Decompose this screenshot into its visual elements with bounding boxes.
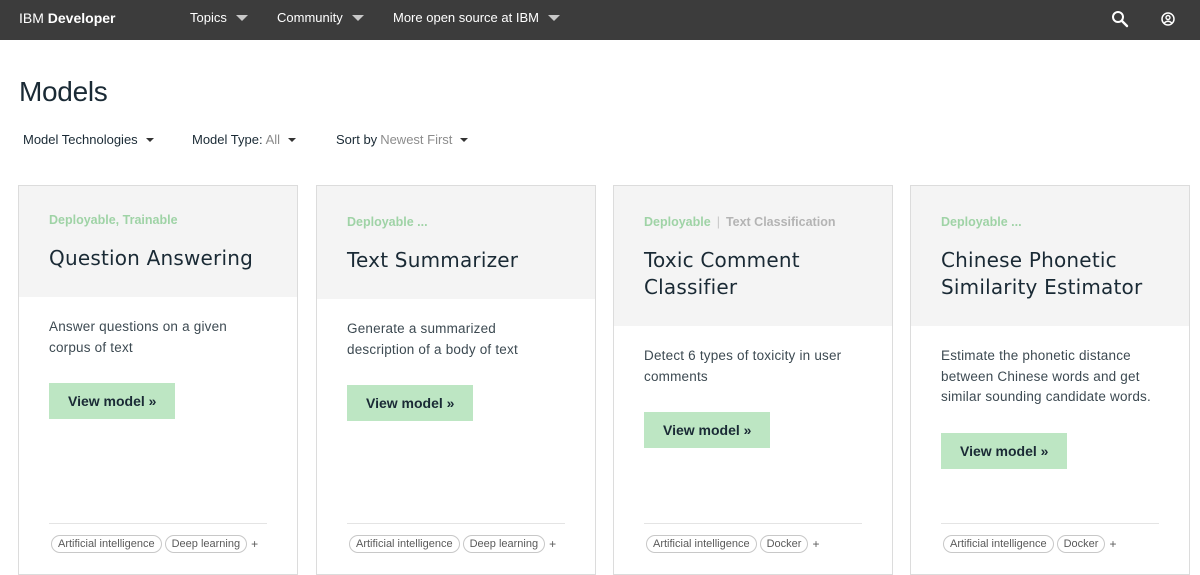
card-header: Deployable | Text Classification Toxic Com… bbox=[614, 186, 892, 326]
card-topic-pills: Artificial intelligence Deep learning + bbox=[51, 535, 258, 553]
card-topic-pills: Artificial intelligence Docker + bbox=[943, 535, 1116, 553]
topic-pill[interactable]: Deep learning bbox=[164, 535, 248, 553]
more-topics-icon[interactable]: + bbox=[251, 537, 258, 551]
card-tags: Deployable ... bbox=[347, 215, 428, 229]
card-title[interactable]: Toxic Comment Classifier bbox=[644, 247, 862, 301]
more-topics-icon[interactable]: + bbox=[812, 537, 819, 551]
model-card-toxic-comment-classifier: Deployable | Text Classification Toxic Com… bbox=[613, 185, 893, 575]
more-topics-icon[interactable]: + bbox=[1109, 537, 1116, 551]
caret-down-icon bbox=[288, 137, 297, 142]
card-divider bbox=[49, 523, 267, 524]
card-title[interactable]: Question Answering bbox=[49, 245, 267, 272]
card-description: Detect 6 types of toxicity in user comme… bbox=[644, 348, 842, 384]
nav-topics-label: Topics bbox=[190, 10, 227, 25]
card-tags: Deployable, Trainable bbox=[49, 213, 178, 227]
filter-type-label: Model Type: bbox=[192, 132, 263, 147]
view-model-button[interactable]: View model » bbox=[941, 432, 1068, 469]
card-tags: Deployable | Text Classification bbox=[644, 215, 862, 229]
view-model-button[interactable]: View model » bbox=[644, 412, 771, 448]
topic-pill[interactable]: Deep learning bbox=[462, 535, 546, 553]
brand-logo[interactable]: IBM Developer bbox=[19, 10, 115, 26]
card-tags: Deployable ... bbox=[941, 215, 1022, 229]
top-nav-bar: IBM Developer Topics Community More open… bbox=[0, 0, 1200, 40]
nav-community[interactable]: Community bbox=[277, 10, 364, 25]
card-divider bbox=[347, 523, 565, 524]
nav-more-label: More open source at IBM bbox=[393, 10, 539, 25]
nav-community-label: Community bbox=[277, 10, 343, 25]
card-divider bbox=[941, 523, 1159, 524]
card-tag-deployable: Deployable bbox=[644, 215, 711, 229]
topic-pill[interactable]: Docker bbox=[1056, 535, 1106, 553]
topic-pill[interactable]: Artificial intelligence bbox=[51, 535, 162, 553]
more-topics-icon[interactable]: + bbox=[549, 537, 556, 551]
model-card-chinese-phonetic-similarity: Deployable ... Chinese Phonetic Similari… bbox=[910, 185, 1190, 575]
card-description: Estimate the phonetic distance between C… bbox=[941, 348, 1151, 404]
card-topic-pills: Artificial intelligence Docker + bbox=[646, 535, 819, 553]
topic-pill[interactable]: Artificial intelligence bbox=[943, 535, 1054, 553]
view-model-button[interactable]: View model » bbox=[49, 383, 176, 419]
filter-model-technologies[interactable]: Model Technologies bbox=[23, 132, 154, 147]
nav-topics[interactable]: Topics bbox=[190, 10, 248, 25]
topic-pill[interactable]: Artificial intelligence bbox=[349, 535, 460, 553]
card-title[interactable]: Chinese Phonetic Similarity Estimator bbox=[941, 247, 1159, 301]
view-model-button[interactable]: View model » bbox=[347, 385, 474, 421]
filter-type-value: All bbox=[265, 132, 281, 147]
topic-pill[interactable]: Artificial intelligence bbox=[646, 535, 757, 553]
card-divider bbox=[644, 523, 862, 524]
card-title[interactable]: Text Summarizer bbox=[347, 247, 565, 274]
user-icon[interactable] bbox=[1159, 10, 1177, 28]
caret-down-icon bbox=[351, 14, 364, 21]
card-header: Deployable ... Text Summarizer bbox=[317, 186, 595, 299]
caret-down-icon bbox=[145, 137, 154, 142]
card-tag-extra: Text Classification bbox=[725, 215, 836, 229]
brand-bold: Developer bbox=[47, 10, 116, 26]
caret-down-icon bbox=[235, 14, 248, 21]
search-icon[interactable] bbox=[1111, 10, 1129, 28]
nav-more-open-source[interactable]: More open source at IBM bbox=[393, 10, 560, 25]
page-title: Models bbox=[19, 76, 108, 107]
brand-light: IBM bbox=[19, 10, 48, 26]
card-description: Answer questions on a given corpus of te… bbox=[49, 319, 228, 355]
filter-model-type[interactable]: Model Type: All bbox=[192, 132, 297, 147]
caret-down-icon bbox=[547, 14, 560, 21]
filter-sort-label: Sort by bbox=[336, 132, 378, 147]
model-card-question-answering: Deployable, Trainable Question Answering… bbox=[18, 185, 298, 575]
card-description: Generate a summarized description of a b… bbox=[347, 321, 518, 357]
filter-technologies-label: Model Technologies bbox=[23, 132, 138, 147]
tag-separator: | bbox=[716, 215, 720, 229]
card-header: Deployable, Trainable Question Answering bbox=[19, 186, 297, 297]
card-header: Deployable ... Chinese Phonetic Similari… bbox=[911, 186, 1189, 326]
model-card-text-summarizer: Deployable ... Text Summarizer Generate … bbox=[316, 185, 596, 575]
filter-sort[interactable]: Sort by Newest First bbox=[336, 132, 469, 147]
caret-down-icon bbox=[460, 137, 469, 142]
card-topic-pills: Artificial intelligence Deep learning + bbox=[349, 535, 556, 553]
topic-pill[interactable]: Docker bbox=[759, 535, 809, 553]
filter-sort-value: Newest First bbox=[380, 132, 453, 147]
